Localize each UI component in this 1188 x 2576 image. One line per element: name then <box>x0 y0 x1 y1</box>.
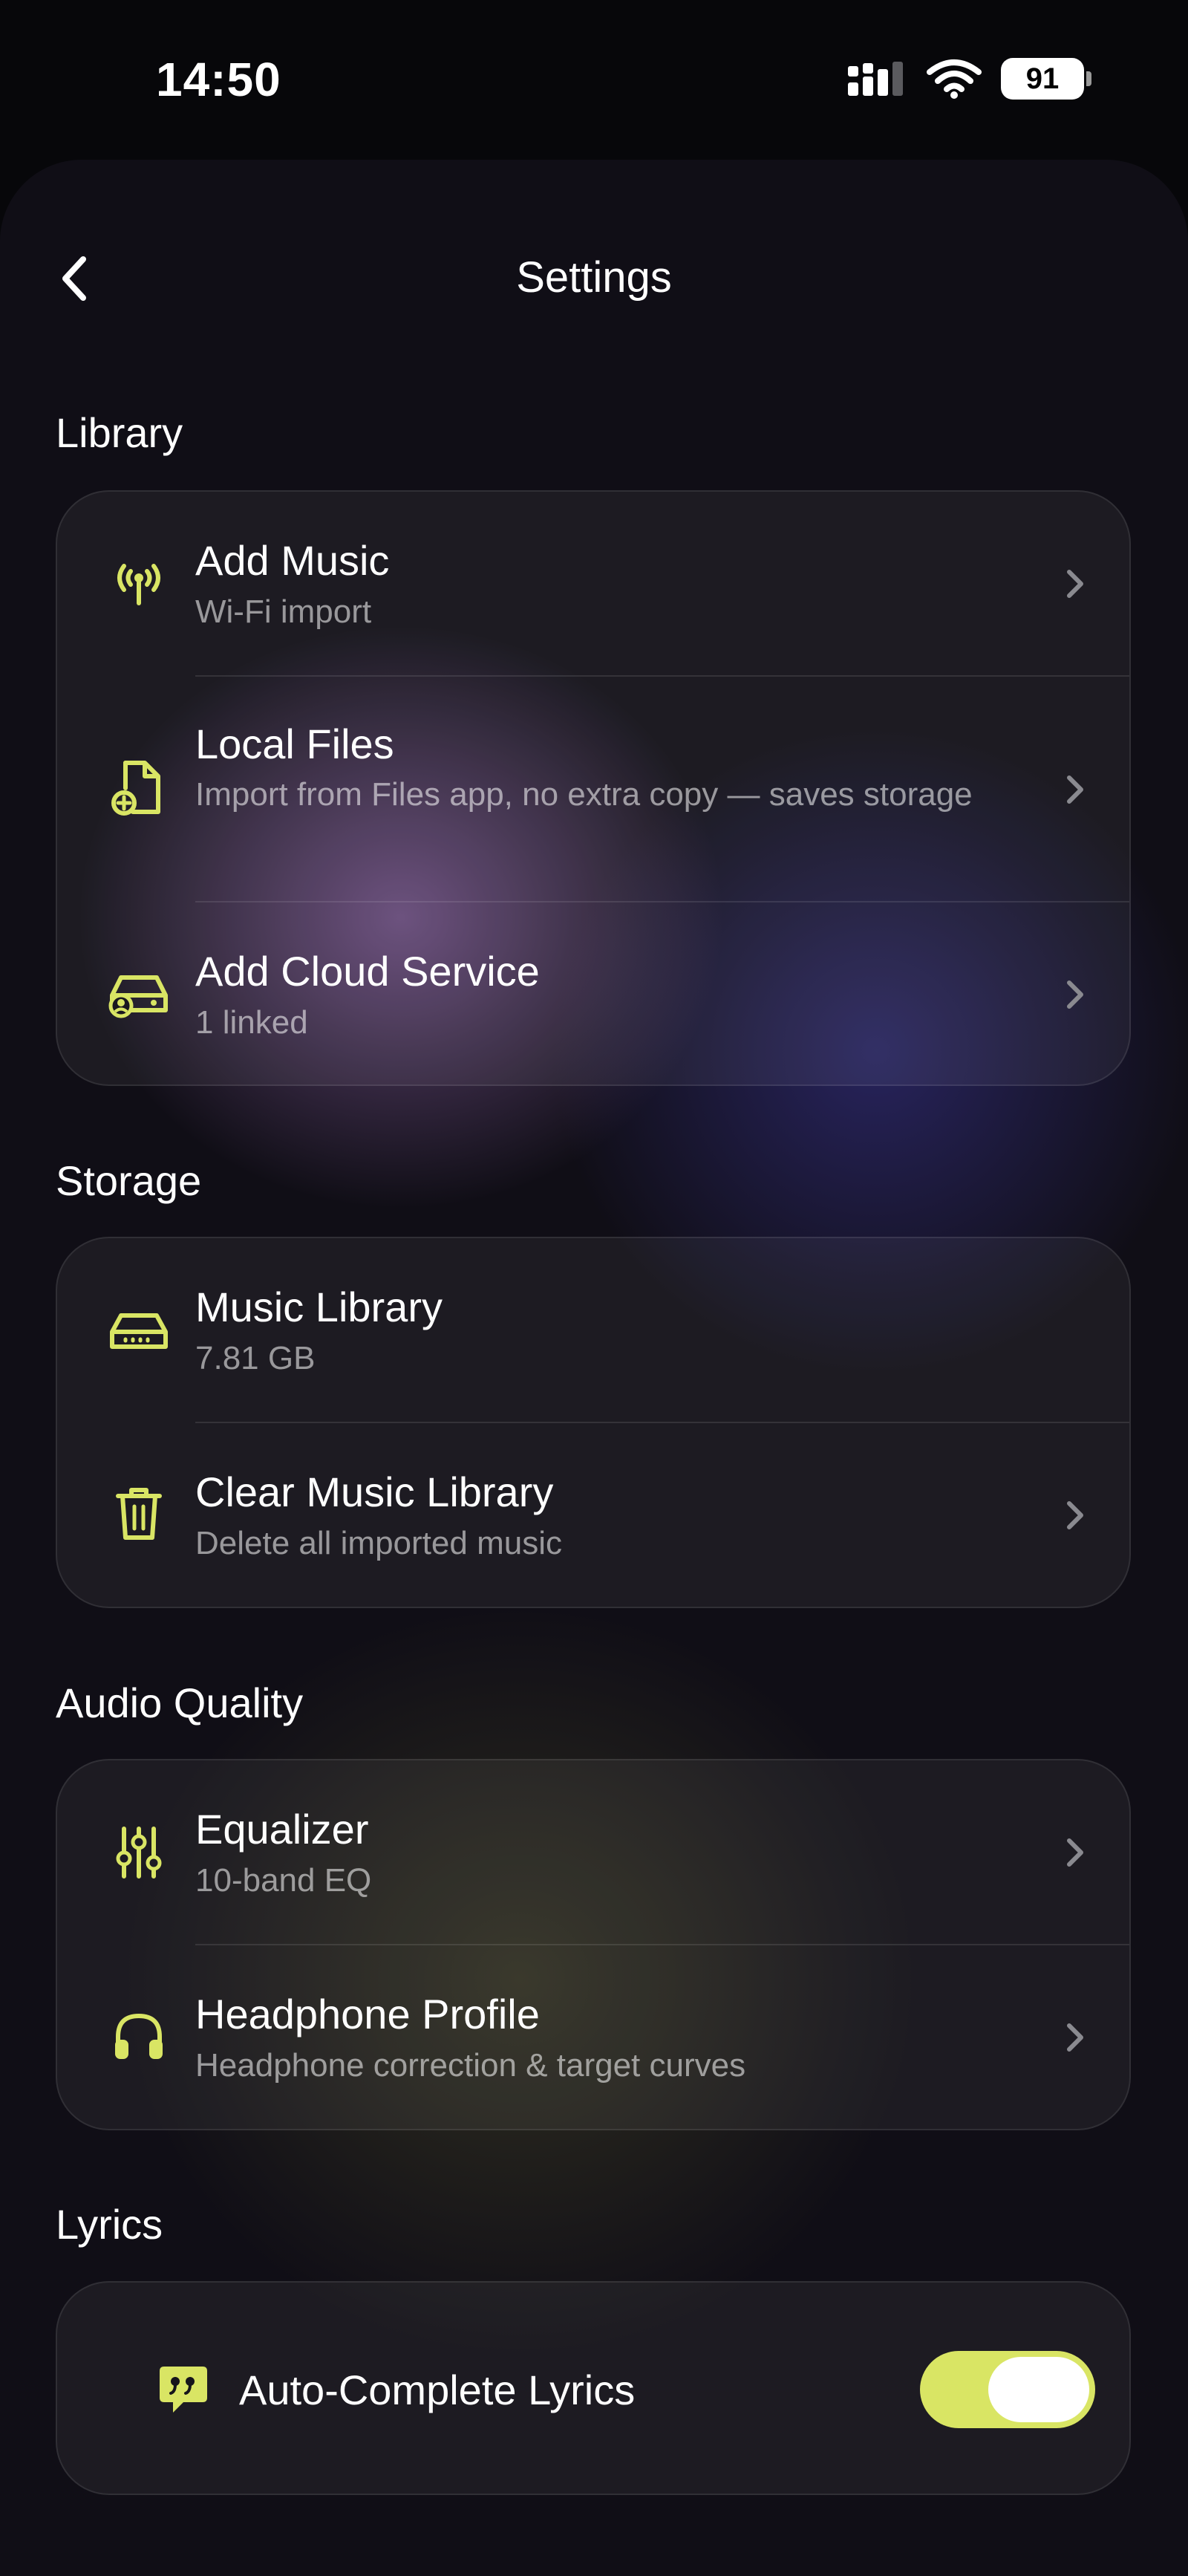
library-card: Add Music Wi-Fi import Local Files Impor… <box>56 490 1131 1086</box>
row-label: Clear Music Library <box>195 1468 554 1515</box>
row-equalizer[interactable]: Equalizer 10-band EQ <box>57 1760 1132 1945</box>
row-subtitle: Headphone correction & target curves <box>195 2047 746 2084</box>
trash-icon <box>102 1477 176 1551</box>
cloud-drive-icon <box>102 956 176 1030</box>
toggle-knob <box>988 2357 1089 2422</box>
chevron-right-icon <box>1057 1493 1094 1538</box>
settings-sheet: Settings Library Add Music Wi-Fi import <box>0 160 1188 2576</box>
chevron-right-icon <box>1057 1830 1094 1875</box>
quote-bubble-icon <box>146 2352 221 2427</box>
row-label: Add Cloud Service <box>195 948 540 995</box>
storage-card: Music Library 7.81 GB Clear Music Librar… <box>56 1237 1131 1608</box>
file-add-icon <box>102 751 176 825</box>
row-subtitle: 10-band EQ <box>195 1862 372 1899</box>
row-subtitle: 7.81 GB <box>195 1340 316 1376</box>
row-subtitle: Wi-Fi import <box>195 593 372 630</box>
row-label: Add Music <box>195 537 390 584</box>
row-label: Auto-Complete Lyrics <box>239 2367 636 2413</box>
row-label: Equalizer <box>195 1806 369 1853</box>
row-label: Local Files <box>195 721 394 767</box>
row-auto-complete-lyrics: Auto-Complete Lyrics <box>57 2283 1132 2497</box>
section-title-audio-quality: Audio Quality <box>56 1679 304 1726</box>
battery-indicator: 91 <box>1001 58 1091 100</box>
status-icons: 91 <box>846 58 1091 100</box>
row-local-files[interactable]: Local Files Import from Files app, no ex… <box>57 677 1132 901</box>
row-clear-music-library[interactable]: Clear Music Library Delete all imported … <box>57 1423 1132 1610</box>
row-subtitle: Import from Files app, no extra copy — s… <box>195 776 973 813</box>
wifi-icon <box>927 59 982 99</box>
section-title-storage: Storage <box>56 1157 202 1204</box>
chevron-right-icon <box>1057 562 1094 606</box>
row-subtitle: 1 linked <box>195 1004 308 1041</box>
chevron-right-icon <box>1057 767 1094 812</box>
row-headphone-profile[interactable]: Headphone Profile Headphone correction &… <box>57 1945 1132 2132</box>
row-label: Music Library <box>195 1284 443 1330</box>
lyrics-card: Auto-Complete Lyrics <box>56 2281 1131 2495</box>
sliders-icon <box>102 1815 176 1890</box>
row-label: Headphone Profile <box>195 1991 540 2037</box>
status-time: 14:50 <box>156 53 281 106</box>
auto-complete-lyrics-toggle[interactable] <box>920 2351 1095 2428</box>
status-bar: 14:50 91 <box>0 0 1188 160</box>
row-subtitle: Delete all imported music <box>195 1525 562 1561</box>
page-title: Settings <box>516 253 672 302</box>
section-title-lyrics: Lyrics <box>56 2201 163 2248</box>
headphones-icon <box>102 1999 176 2073</box>
cellular-signal-icon <box>848 62 903 96</box>
row-add-music[interactable]: Add Music Wi-Fi import <box>57 492 1132 676</box>
row-add-cloud-service[interactable]: Add Cloud Service 1 linked <box>57 902 1132 1087</box>
nav-bar: Settings <box>0 160 1188 397</box>
chevron-right-icon <box>1057 972 1094 1017</box>
audio-quality-card: Equalizer 10-band EQ Headphone Profile H… <box>56 1759 1131 2130</box>
hard-drive-icon <box>102 1293 176 1367</box>
broadcast-icon <box>102 547 176 621</box>
section-title-library: Library <box>56 409 183 456</box>
row-music-library: Music Library 7.81 GB <box>57 1238 1132 1422</box>
chevron-right-icon <box>1057 2015 1094 2060</box>
